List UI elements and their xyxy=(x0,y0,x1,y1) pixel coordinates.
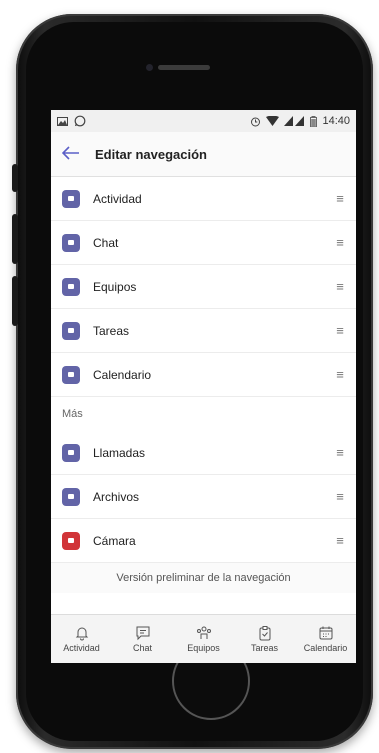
teams-icon xyxy=(196,626,211,639)
tasks-icon xyxy=(62,321,80,340)
tab-chat[interactable]: Chat xyxy=(113,625,173,653)
alarm-icon xyxy=(251,117,261,126)
drag-handle-icon[interactable]: ≡ xyxy=(334,489,346,504)
drag-handle-icon[interactable]: ≡ xyxy=(334,279,346,294)
bell-icon xyxy=(75,627,88,641)
status-bar: 14:40 xyxy=(51,110,356,132)
tab-tareas[interactable]: Tareas xyxy=(235,625,295,653)
mute-switch xyxy=(12,164,18,192)
nav-item-label: Archivos xyxy=(93,489,140,504)
tasks-icon xyxy=(259,626,270,641)
signal-icon xyxy=(284,116,305,126)
nav-item-label: Equipos xyxy=(93,279,137,294)
nav-item-label: Actividad xyxy=(93,191,142,206)
tab-label: Equipos xyxy=(187,643,220,653)
nav-item-camara[interactable]: Cámara ≡ xyxy=(51,519,356,563)
back-button[interactable] xyxy=(51,143,91,166)
files-icon xyxy=(62,487,80,506)
more-section-header: Más xyxy=(62,408,83,420)
camera-icon xyxy=(62,531,80,550)
nav-item-label: Tareas xyxy=(93,323,130,338)
drag-handle-icon[interactable]: ≡ xyxy=(334,191,346,206)
nav-item-llamadas[interactable]: Llamadas ≡ xyxy=(51,431,356,475)
nav-item-label: Chat xyxy=(93,235,119,250)
image-icon xyxy=(57,116,68,126)
chat-icon xyxy=(136,626,149,641)
nav-item-calendario[interactable]: Calendario ≡ xyxy=(51,353,356,397)
app-bar: Editar navegación xyxy=(51,132,356,177)
tab-equipos[interactable]: Equipos xyxy=(174,625,234,653)
front-camera xyxy=(146,64,153,71)
drag-handle-icon[interactable]: ≡ xyxy=(334,235,346,250)
tab-label: Tareas xyxy=(250,643,278,653)
drag-handle-icon[interactable]: ≡ xyxy=(334,323,346,338)
calendar-icon xyxy=(62,365,80,384)
volume-up-button xyxy=(12,214,18,264)
status-time: 14:40 xyxy=(322,115,350,127)
arrow-back-icon xyxy=(61,145,79,160)
whatsapp-icon xyxy=(74,115,86,127)
tab-label: Calendario xyxy=(303,643,348,653)
nav-list: Actividad ≡ Chat ≡ Equipos ≡ Tareas ≡ Ca… xyxy=(51,177,356,563)
calendar-icon xyxy=(319,626,332,640)
bottom-nav-bar: Actividad Chat Equipos Tareas Calendario xyxy=(51,614,356,663)
nav-item-label: Calendario xyxy=(93,367,152,382)
tab-actividad[interactable]: Actividad xyxy=(52,625,112,653)
chat-icon xyxy=(62,233,80,252)
nav-item-tareas[interactable]: Tareas ≡ xyxy=(51,309,356,353)
tab-label: Chat xyxy=(132,643,152,653)
drag-handle-icon[interactable]: ≡ xyxy=(334,445,346,460)
teams-icon xyxy=(62,277,80,296)
page-title: Editar navegación xyxy=(95,146,207,162)
nav-item-chat[interactable]: Chat ≡ xyxy=(51,221,356,265)
tab-calendario[interactable]: Calendario xyxy=(296,625,356,653)
calls-icon xyxy=(62,443,80,462)
drag-handle-icon[interactable]: ≡ xyxy=(334,367,346,382)
nav-item-archivos[interactable]: Archivos ≡ xyxy=(51,475,356,519)
drag-handle-icon[interactable]: ≡ xyxy=(334,533,346,548)
tab-label: Actividad xyxy=(63,643,100,653)
nav-item-equipos[interactable]: Equipos ≡ xyxy=(51,265,356,309)
nav-item-label: Llamadas xyxy=(93,445,146,460)
nav-item-label: Cámara xyxy=(93,533,136,548)
wifi-icon xyxy=(266,116,280,126)
app-screen: 14:40 Editar navegación Actividad ≡ Chat… xyxy=(51,110,356,663)
activity-icon xyxy=(62,189,80,208)
battery-icon xyxy=(310,115,318,127)
volume-down-button xyxy=(12,276,18,326)
navigation-preview-label: Versión preliminar de la navegación xyxy=(51,563,356,593)
nav-item-actividad[interactable]: Actividad ≡ xyxy=(51,177,356,221)
earpiece-speaker xyxy=(158,65,210,70)
